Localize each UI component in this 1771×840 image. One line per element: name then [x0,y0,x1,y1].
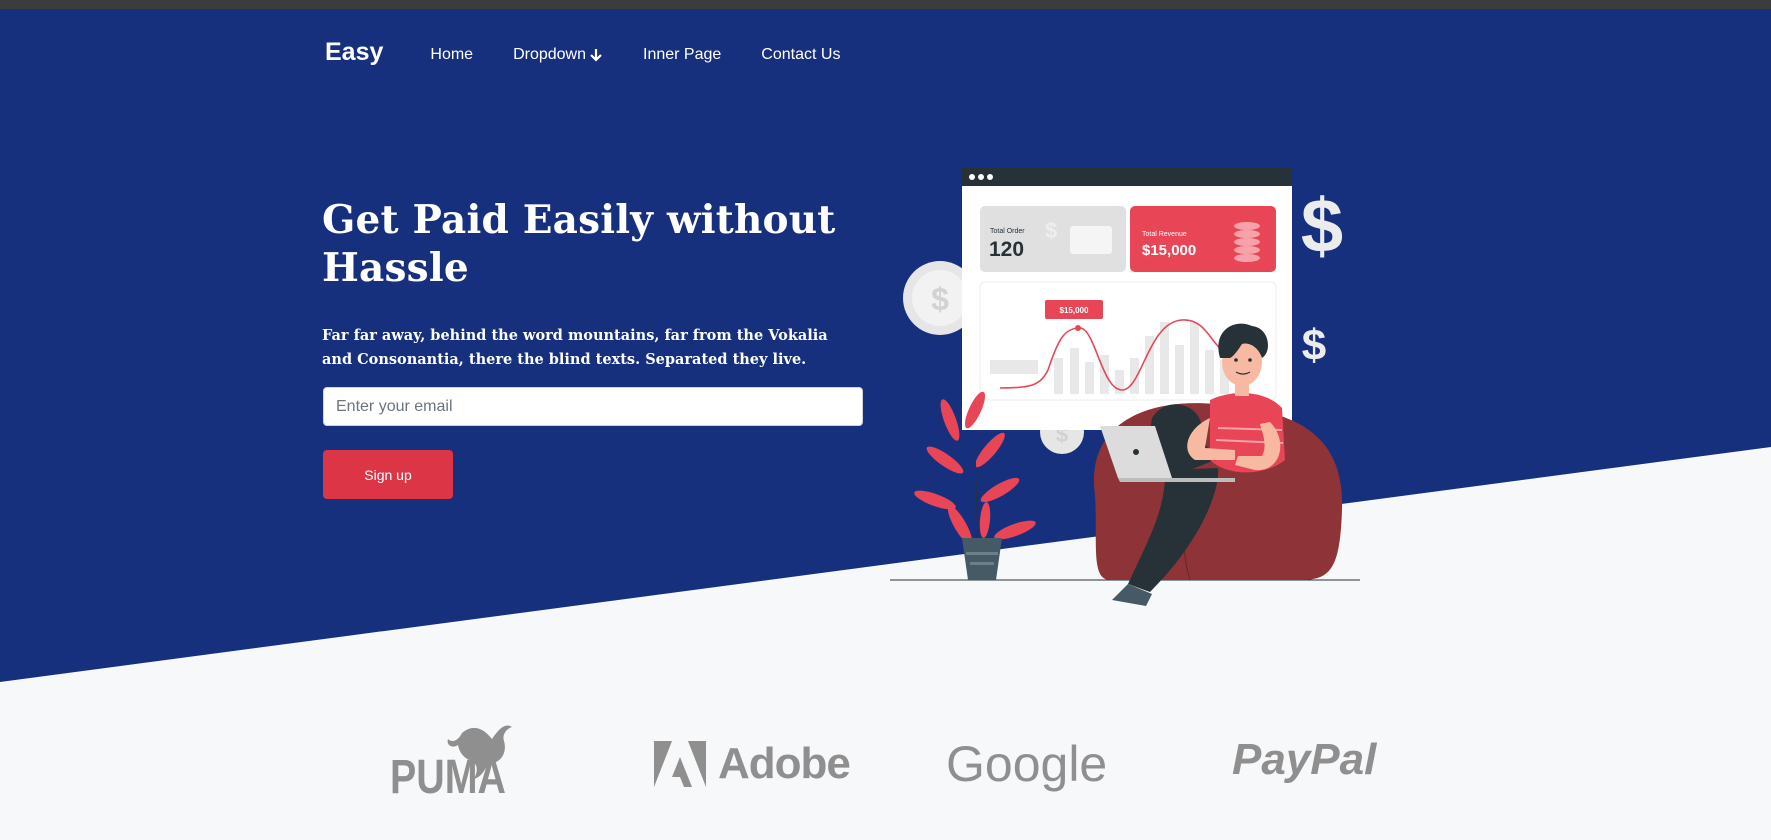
partner-logos: PUMA Adobe Google PayPal [380,705,1400,804]
svg-text:$: $ [1045,218,1057,243]
hero-illustration: $ $ $ $ Total Order 120 $ Total Revenue … [890,168,1360,606]
email-input[interactable] [323,387,863,426]
dollar-big-icon: $ [1301,184,1343,269]
svg-text:120: 120 [989,238,1024,261]
svg-text:$15,000: $15,000 [1142,242,1196,259]
adobe-logo: Adobe [654,739,851,789]
nav-dropdown[interactable]: Dropdown [513,46,603,64]
hero-subtext: Far far away, behind the word mountains,… [322,327,828,368]
hero-headline: Get Paid Easily without Hassle [322,197,836,291]
google-logo: Google [946,736,1108,792]
top-navbar: Easy Home Dropdown Inner Page Contact Us [325,38,840,67]
svg-text:Total Order: Total Order [990,228,1025,235]
brand-logo[interactable]: Easy [325,38,383,67]
browser-top-strip [0,0,1771,9]
signup-button[interactable]: Sign up [323,450,453,499]
nav-dropdown-label: Dropdown [513,45,587,63]
svg-text:$15,000: $15,000 [1060,306,1089,315]
paypal-logo: PayPal [1232,735,1377,784]
svg-text:$: $ [931,281,949,317]
svg-text:PUMA: PUMA [390,751,506,795]
nav-inner-page[interactable]: Inner Page [643,46,721,64]
nav-links: Home Dropdown Inner Page Contact Us [430,46,840,64]
dollar-small-icon: $ [1302,321,1326,370]
arrow-down-icon [590,48,602,62]
adobe-icon [654,741,706,787]
svg-text:Total Revenue: Total Revenue [1142,231,1187,238]
nav-contact[interactable]: Contact Us [761,46,840,64]
puma-logo: PUMA [388,715,530,804]
puma-cat-icon: PUMA [390,725,512,804]
nav-home[interactable]: Home [430,46,473,64]
